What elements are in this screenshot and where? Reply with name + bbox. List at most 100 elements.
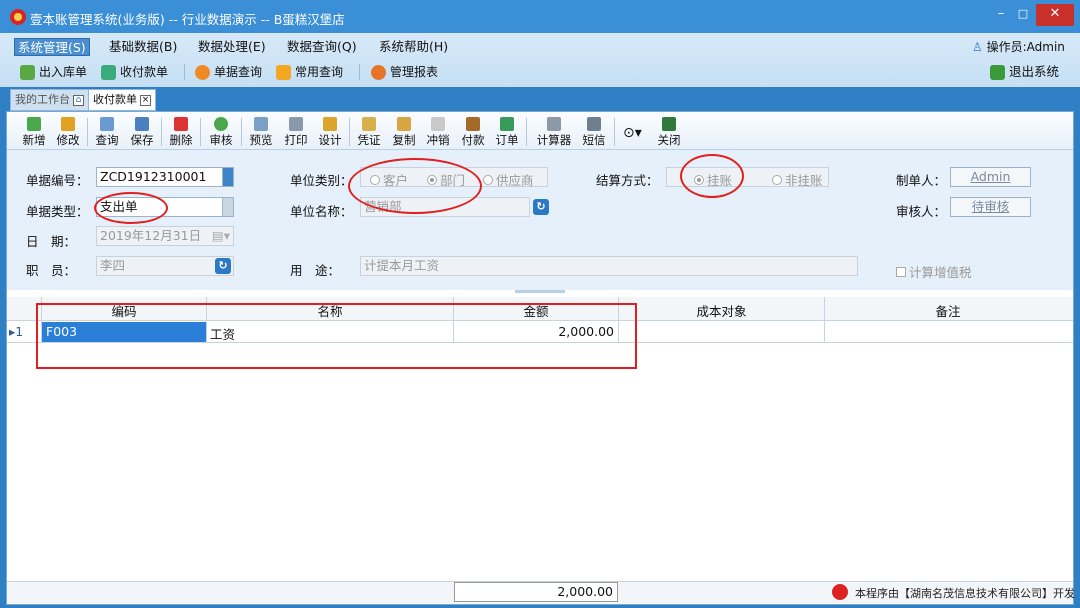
highlight-unit-type xyxy=(348,158,482,214)
tab-payment-doc[interactable]: 收付款单 × xyxy=(88,89,156,111)
exit-icon xyxy=(662,117,676,131)
highlight-settle xyxy=(680,154,744,198)
payment-icon xyxy=(101,64,116,80)
settings-dropdown-icon[interactable]: ⊙▾ xyxy=(623,125,642,141)
divider xyxy=(200,118,201,146)
print-button[interactable]: 打印 xyxy=(281,117,311,148)
unit-type-label: 单位类别： xyxy=(290,173,353,188)
divider xyxy=(161,118,162,146)
save-icon xyxy=(135,117,149,131)
preview-icon xyxy=(254,117,268,131)
tab-strip xyxy=(0,87,1080,111)
close-doc-button[interactable]: 关闭 xyxy=(654,117,684,148)
check-icon xyxy=(214,117,228,131)
delete-icon xyxy=(174,117,188,131)
reviewer-label: 审核人： xyxy=(896,204,947,219)
splitter-handle[interactable] xyxy=(515,290,565,293)
pay-button[interactable]: 付款 xyxy=(458,117,488,148)
developer-credit: 本程序由【湖南名茂信息技术有限公司】开发 xyxy=(855,587,1075,600)
menu-data-processing[interactable]: 数据处理(E) xyxy=(195,38,269,56)
calculator-button[interactable]: 计算器 xyxy=(533,117,575,148)
refresh-icon[interactable]: ↻ xyxy=(215,258,231,274)
purpose-field[interactable]: 计提本月工资 xyxy=(360,256,858,276)
highlight-doc-type xyxy=(94,192,168,224)
date-picker[interactable]: 2019年12月31日 ▤▾ xyxy=(96,226,234,246)
approve-button[interactable]: 审核 xyxy=(206,117,236,148)
settle-non-account-radio[interactable]: 非挂账 xyxy=(772,170,823,189)
divider xyxy=(526,118,527,146)
report-icon xyxy=(371,64,386,80)
divider xyxy=(184,64,185,80)
edit-button[interactable]: 修改 xyxy=(53,117,83,148)
maker-label: 制单人： xyxy=(896,173,947,188)
offset-button[interactable]: 冲销 xyxy=(423,117,453,148)
add-icon xyxy=(27,117,41,131)
query-button[interactable]: 查询 xyxy=(92,117,122,148)
offset-icon xyxy=(431,117,445,131)
menu-base-data[interactable]: 基础数据(B) xyxy=(106,38,180,56)
quick-payment-button[interactable]: 收付款单 xyxy=(101,62,168,82)
menu-data-query[interactable]: 数据查询(Q) xyxy=(284,38,360,56)
save-button[interactable]: 保存 xyxy=(127,117,157,148)
order-icon xyxy=(500,117,514,131)
copy-icon xyxy=(397,117,411,131)
sms-button[interactable]: 短信 xyxy=(579,117,609,148)
divider xyxy=(87,118,88,146)
order-button[interactable]: 订单 xyxy=(492,117,522,148)
chevron-down-icon[interactable] xyxy=(222,198,233,216)
sms-icon xyxy=(587,117,601,131)
quick-common-query-button[interactable]: 常用查询 xyxy=(276,62,343,82)
doc-query-icon xyxy=(195,64,210,80)
maximize-button[interactable]: □ xyxy=(1010,4,1036,26)
tab-workbench[interactable]: 我的工作台 ⌂ xyxy=(10,89,89,111)
divider xyxy=(241,118,242,146)
quick-report-button[interactable]: 管理报表 xyxy=(371,62,438,82)
refresh-icon[interactable]: ↻ xyxy=(533,199,549,215)
stock-icon xyxy=(20,64,35,80)
settle-label: 结算方式： xyxy=(596,173,659,188)
unit-type-supplier-radio[interactable]: 供应商 xyxy=(483,170,534,189)
quick-doc-query-button[interactable]: 单据查询 xyxy=(195,62,262,82)
home-icon: ⌂ xyxy=(73,94,84,106)
col-cost-object[interactable]: 成本对象 xyxy=(619,301,824,320)
voucher-icon xyxy=(362,117,376,131)
staff-label: 职 员： xyxy=(26,263,77,278)
doc-type-label: 单据类型： xyxy=(26,204,89,219)
maker-link[interactable]: Admin xyxy=(950,167,1031,187)
copy-button[interactable]: 复制 xyxy=(389,117,419,148)
exit-icon xyxy=(990,64,1005,80)
calendar-icon: ▤▾ xyxy=(211,228,230,243)
close-window-button[interactable]: ✕ xyxy=(1036,4,1074,26)
menu-help[interactable]: 系统帮助(H) xyxy=(376,38,451,56)
design-button[interactable]: 设计 xyxy=(315,117,345,148)
app-logo-icon xyxy=(10,9,26,25)
user-icon: ♙ xyxy=(972,40,983,54)
reviewer-link[interactable]: 待审核 xyxy=(950,197,1031,217)
design-icon xyxy=(323,117,337,131)
col-note[interactable]: 备注 xyxy=(825,301,1071,320)
search-icon xyxy=(100,117,114,131)
vat-checkbox[interactable]: 计算增值税 xyxy=(896,262,972,281)
exit-system-button[interactable]: 退出系统 xyxy=(990,62,1059,82)
quick-stock-button[interactable]: 出入库单 xyxy=(20,62,87,82)
menu-system[interactable]: 系统管理(S) xyxy=(14,38,90,56)
divider xyxy=(359,64,360,80)
divider xyxy=(614,118,615,146)
staff-field[interactable]: 李四 ↻ xyxy=(96,256,234,276)
chevron-down-icon[interactable] xyxy=(222,168,233,186)
amount-total: 2,000.00 xyxy=(454,582,618,602)
highlight-detail-row xyxy=(36,303,637,369)
unit-name-label: 单位名称： xyxy=(290,204,353,219)
delete-button[interactable]: 删除 xyxy=(166,117,196,148)
window-title: 壹本账管理系统(业务版) -- 行业数据演示 -- B蛋糕汉堡店 xyxy=(30,12,345,27)
doc-no-field[interactable]: ZCD1912310001 xyxy=(96,167,234,187)
money-bag-icon xyxy=(466,117,480,131)
voucher-button[interactable]: 凭证 xyxy=(354,117,384,148)
pencil-icon xyxy=(61,117,75,131)
preview-button[interactable]: 预览 xyxy=(246,117,276,148)
new-button[interactable]: 新增 xyxy=(19,117,49,148)
doc-no-label: 单据编号： xyxy=(26,173,89,188)
row-indicator: ▸1 xyxy=(9,324,24,339)
close-tab-icon[interactable]: × xyxy=(140,94,151,106)
divider xyxy=(349,118,350,146)
